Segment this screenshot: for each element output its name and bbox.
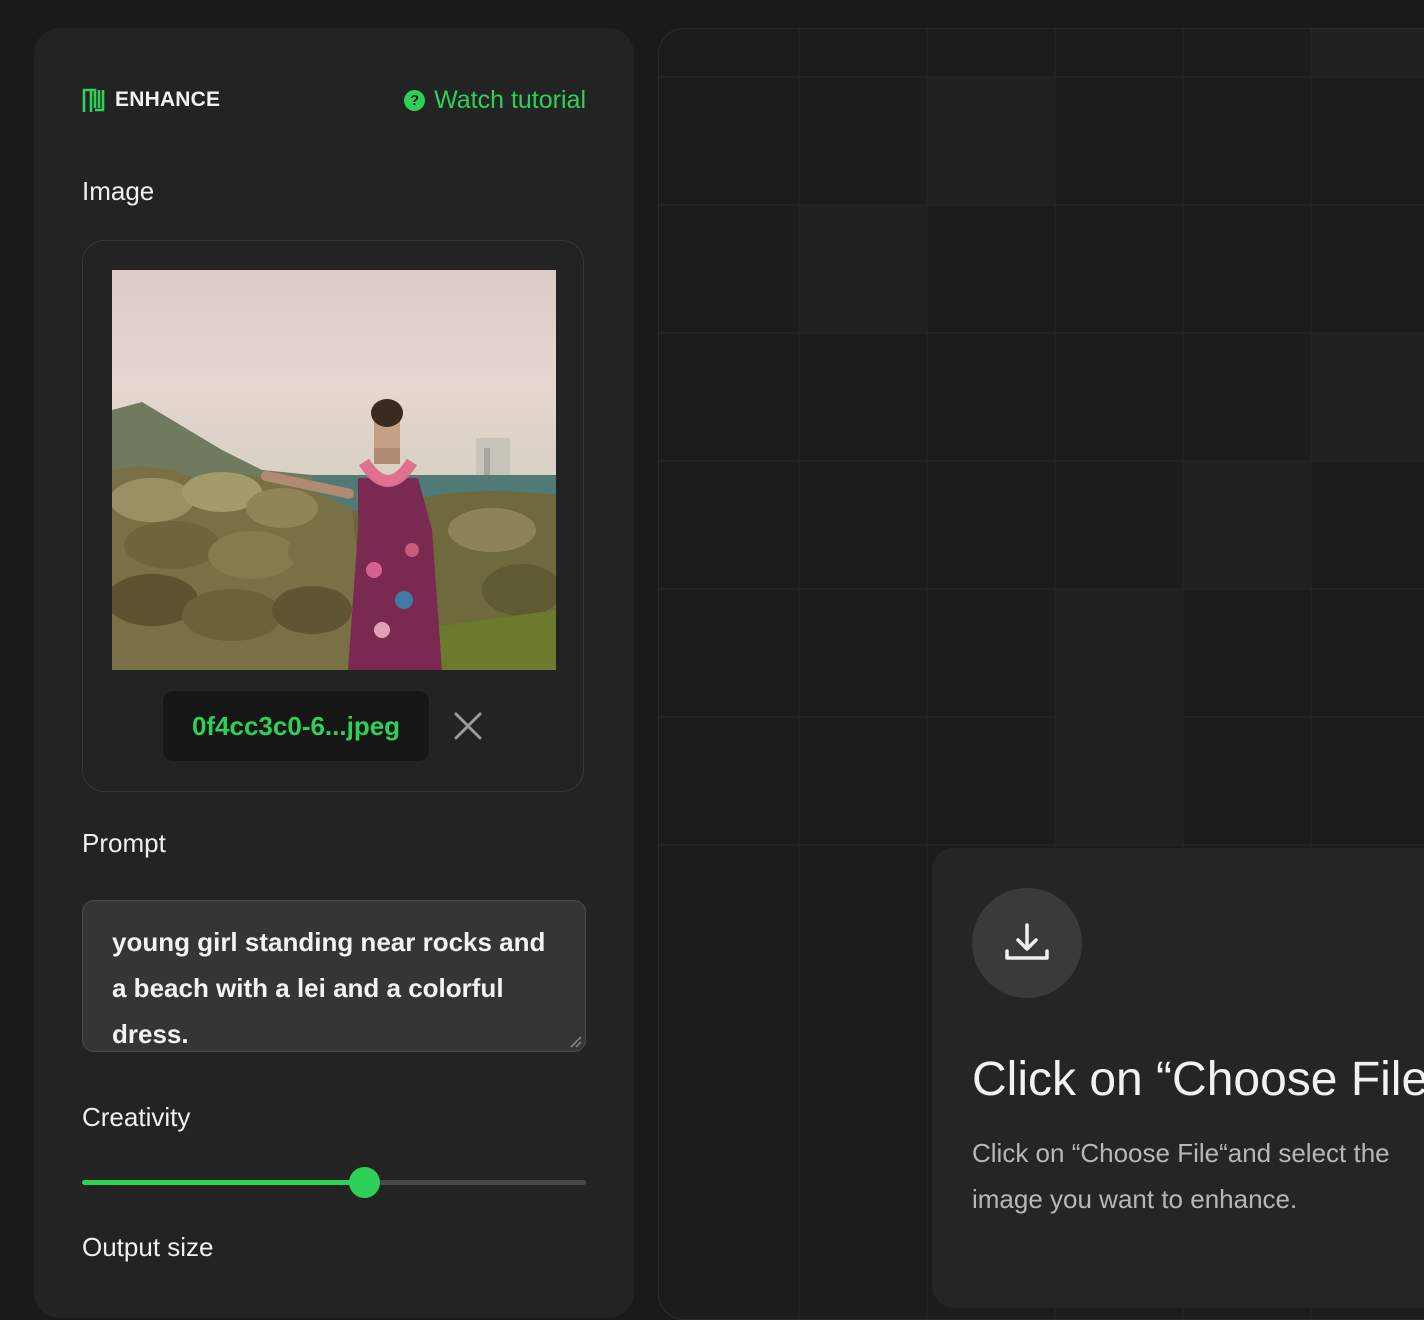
close-icon (454, 712, 482, 740)
instructions-description: Click on “Choose File“and select the ima… (972, 1138, 1390, 1214)
creativity-slider-thumb[interactable] (348, 1167, 380, 1198)
creativity-label: Creativity (82, 1102, 191, 1132)
uploaded-photo-preview (112, 270, 556, 670)
creativity-slider[interactable] (82, 1167, 586, 1198)
download-button[interactable] (972, 888, 1082, 998)
prompt-textarea[interactable]: young girl standing near rocks and a bea… (82, 900, 586, 1052)
resize-handle-icon[interactable] (568, 1034, 582, 1048)
prompt-section-label: Prompt (82, 828, 166, 858)
sidebar-panel: ENHANCE ? Watch tutorial Image 0f4cc3c0-… (34, 28, 634, 1318)
image-upload-box[interactable]: 0f4cc3c0-6...jpeg (82, 240, 584, 792)
download-icon (1005, 923, 1049, 960)
upload-instructions-card: Click on “Choose File Click on “Choose F… (932, 848, 1424, 1308)
watch-tutorial-link[interactable]: ? Watch tutorial (404, 86, 586, 115)
enhance-logo-icon (82, 88, 105, 112)
filename-label: 0f4cc3c0-6...jpeg (191, 710, 401, 741)
watch-tutorial-label: Watch tutorial (434, 86, 586, 114)
question-circle-icon: ? (404, 90, 426, 111)
prompt-text: young girl standing near rocks and a bea… (112, 927, 546, 1049)
brand[interactable]: ENHANCE (82, 88, 220, 112)
filename-chip: 0f4cc3c0-6...jpeg (163, 691, 429, 761)
creativity-slider-fill (82, 1180, 365, 1185)
instructions-title: Click on “Choose File (972, 1053, 1424, 1106)
brand-name: ENHANCE (115, 88, 221, 111)
photo-illustration (112, 270, 556, 670)
output-size-label: Output size (82, 1232, 214, 1262)
remove-image-button[interactable] (451, 709, 485, 743)
image-section-label: Image (82, 176, 155, 206)
